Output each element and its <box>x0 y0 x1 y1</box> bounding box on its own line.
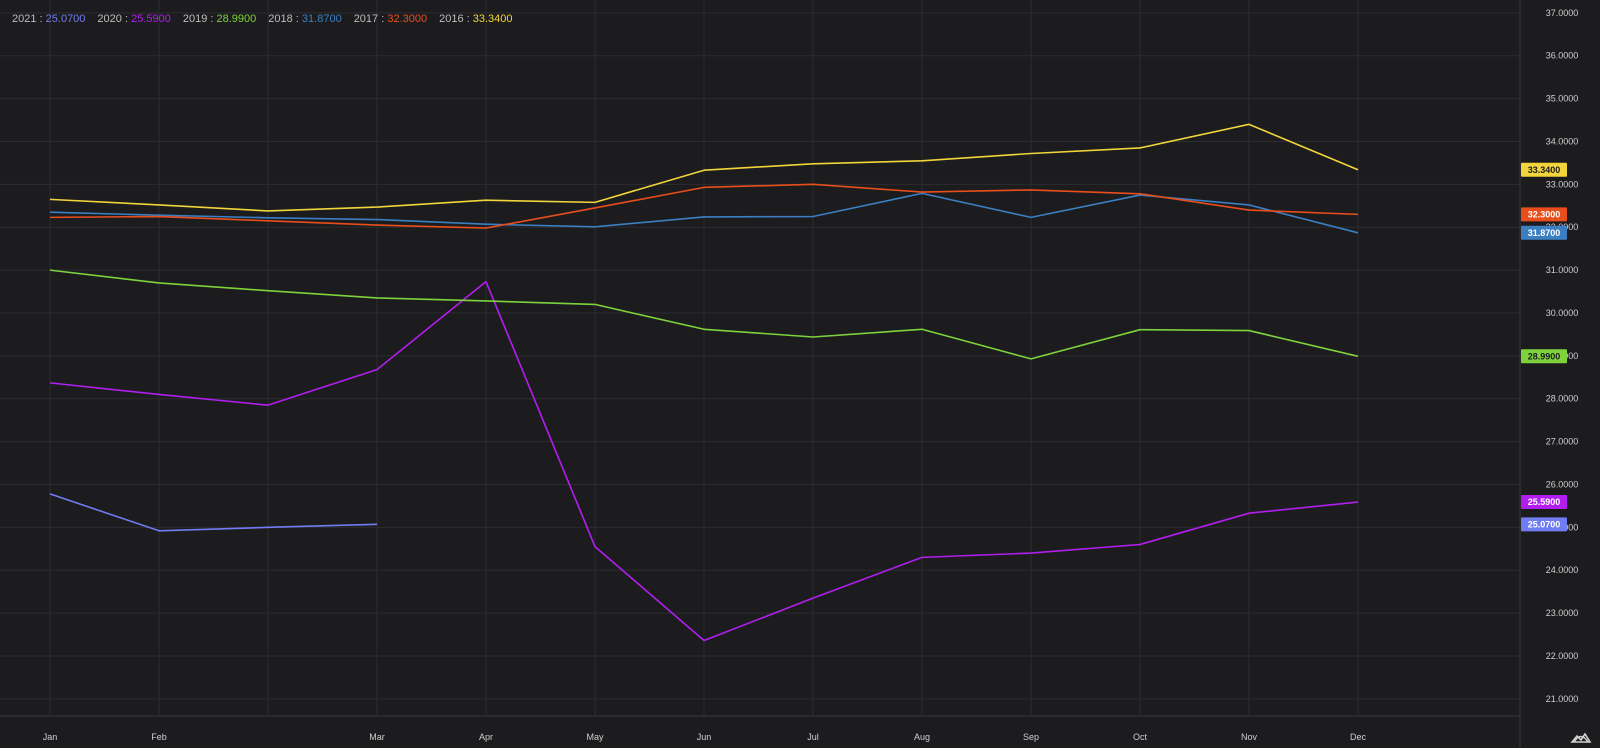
legend-separator: : <box>292 13 302 25</box>
y-tick-label: 26.0000 <box>1546 479 1579 489</box>
x-tick-label: Dec <box>1350 732 1367 742</box>
legend-series-name: 2018 <box>268 13 293 25</box>
x-tick-label: Aug <box>914 732 930 742</box>
y-tick-label: 36.0000 <box>1546 51 1579 61</box>
legend-item-2018[interactable]: 2018 : 31.8700 <box>268 13 341 25</box>
legend-separator: : <box>463 13 473 25</box>
x-tick-label: Feb <box>151 732 167 742</box>
legend-item-2019[interactable]: 2019 : 28.9900 <box>183 13 256 25</box>
legend-separator: : <box>207 13 217 25</box>
legend-series-name: 2017 <box>353 13 379 25</box>
x-tick-label: Sep <box>1023 732 1039 742</box>
x-tick-label: Oct <box>1133 732 1148 742</box>
y-tick-label: 21.0000 <box>1546 694 1579 704</box>
last-value-badge-2017: 32.3000 <box>1521 207 1567 222</box>
legend-separator: : <box>121 13 132 25</box>
x-tick-label: May <box>586 732 604 742</box>
legend-series-name: 2021 <box>12 13 37 25</box>
legend-series-value: 25.0700 <box>45 13 86 25</box>
legend-series-name: 2019 <box>182 13 208 25</box>
legend-item-2017[interactable]: 2017 : 32.3000 <box>354 13 427 25</box>
y-tick-label: 35.0000 <box>1546 94 1579 104</box>
y-tick-label: 23.0000 <box>1546 608 1579 618</box>
x-tick-label: Apr <box>479 732 493 742</box>
badge-value: 33.3400 <box>1528 165 1561 175</box>
y-tick-label: 31.0000 <box>1546 265 1579 275</box>
x-tick-label: Nov <box>1241 732 1258 742</box>
badge-value: 32.3000 <box>1528 209 1561 219</box>
line-chart[interactable]: 21.000022.000023.000024.000025.000026.00… <box>0 0 1600 748</box>
last-value-badge-2020: 25.5900 <box>1521 495 1567 510</box>
badge-value: 25.5900 <box>1528 497 1561 507</box>
y-tick-label: 27.0000 <box>1546 437 1579 447</box>
badge-value: 25.0700 <box>1528 519 1561 529</box>
legend-series-name: 2020 <box>97 13 122 25</box>
last-value-badge-2019: 28.9900 <box>1521 349 1567 364</box>
last-value-badge-2018: 31.8700 <box>1521 225 1567 240</box>
badge-value: 28.9900 <box>1528 351 1561 361</box>
y-tick-label: 33.0000 <box>1546 179 1579 189</box>
legend-item-2021[interactable]: 2021 : 25.0700 <box>12 13 85 25</box>
legend-separator: : <box>378 13 388 25</box>
legend-series-value: 28.9900 <box>216 13 257 25</box>
y-tick-label: 34.0000 <box>1546 136 1579 146</box>
legend-item-2016[interactable]: 2016 : 33.3400 <box>439 13 512 25</box>
x-tick-label: Jan <box>43 732 58 742</box>
last-value-badge-2016: 33.3400 <box>1521 162 1567 177</box>
chart-background <box>0 0 1600 748</box>
chart-legend: 2021 : 25.0700 2020 : 25.5900 2019 : 28.99… <box>12 13 513 25</box>
badge-value: 31.8700 <box>1528 228 1561 238</box>
x-tick-label: Mar <box>369 732 385 742</box>
legend-item-2020[interactable]: 2020 : 25.5900 <box>97 13 170 25</box>
y-tick-label: 28.0000 <box>1546 394 1579 404</box>
chart-root: 21.000022.000023.000024.000025.000026.00… <box>0 0 1600 748</box>
legend-series-name: 2016 <box>439 13 464 25</box>
legend-series-value: 31.8700 <box>301 13 342 25</box>
chart-logo-icon <box>1570 732 1592 743</box>
y-tick-label: 24.0000 <box>1546 565 1579 575</box>
last-value-badge-2021: 25.0700 <box>1521 517 1567 532</box>
legend-series-value: 32.3000 <box>387 13 428 25</box>
legend-series-value: 33.3400 <box>472 13 513 25</box>
y-tick-label: 30.0000 <box>1546 308 1579 318</box>
x-tick-label: Jun <box>697 732 712 742</box>
y-tick-label: 37.0000 <box>1546 8 1579 18</box>
y-tick-label: 22.0000 <box>1546 651 1579 661</box>
legend-separator: : <box>36 13 46 25</box>
x-tick-label: Jul <box>807 732 819 742</box>
legend-series-value: 25.5900 <box>131 13 171 25</box>
